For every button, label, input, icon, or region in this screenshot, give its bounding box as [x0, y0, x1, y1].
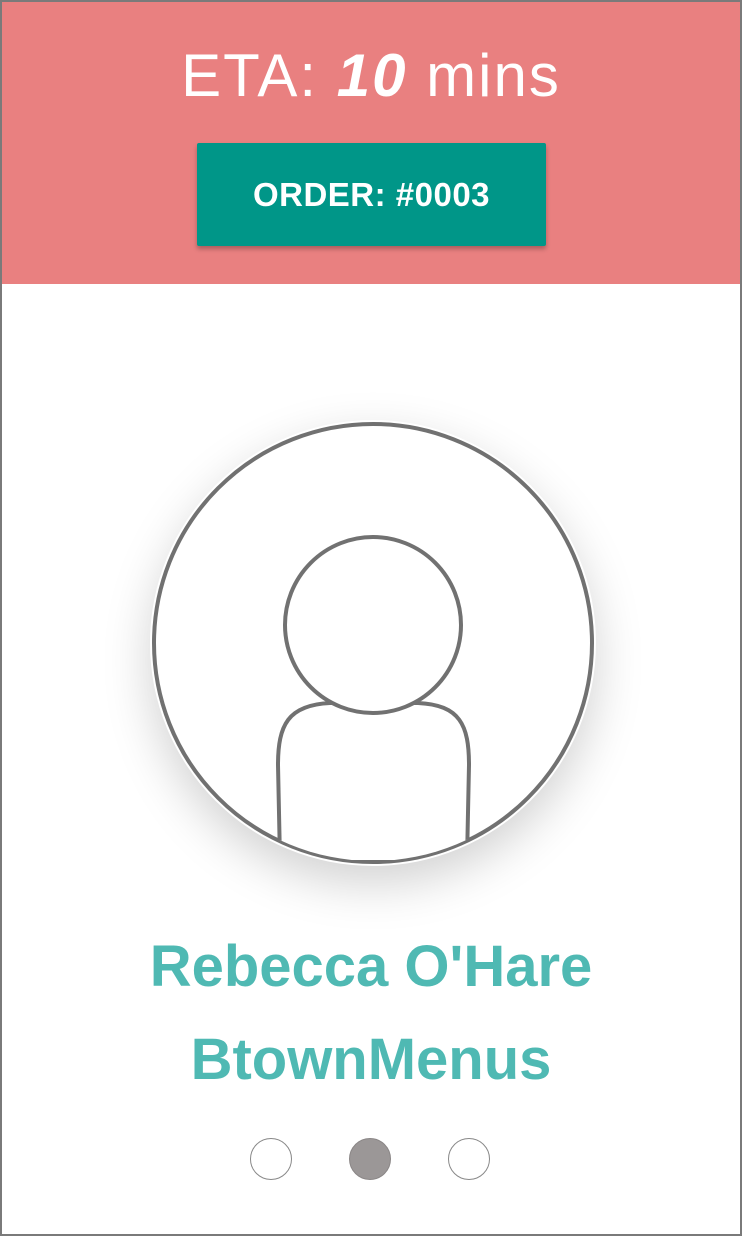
page-dot-3[interactable] — [448, 1138, 490, 1180]
user-placeholder-icon — [152, 422, 594, 864]
order-number-button[interactable]: ORDER: #0003 — [197, 143, 546, 246]
driver-name: Rebecca O'Hare — [149, 934, 593, 999]
page-dot-1[interactable] — [250, 1138, 292, 1180]
page-dot-2-active[interactable] — [349, 1138, 391, 1180]
page-indicator — [2, 1136, 740, 1186]
eta-header: ETA: 10 mins ORDER: #0003 — [2, 2, 740, 284]
eta-prefix: ETA: — [181, 42, 337, 109]
eta-minutes: 10 — [336, 42, 408, 109]
avatar — [150, 420, 596, 866]
eta-suffix: mins — [407, 42, 561, 109]
restaurant-name: BtownMenus — [190, 1027, 552, 1092]
order-number-label: ORDER: #0003 — [252, 175, 491, 213]
eta-text: ETA: 10 mins — [2, 40, 740, 112]
app-frame: ETA: 10 mins ORDER: #0003 Rebecca O'Hare… — [0, 0, 742, 1236]
